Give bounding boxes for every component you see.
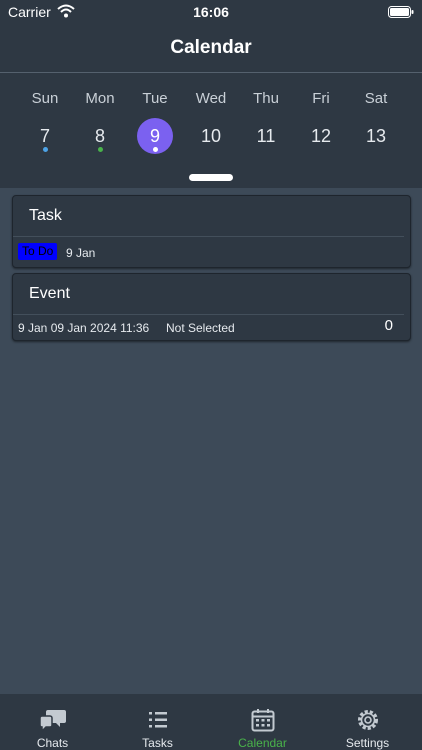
tab-chats[interactable]: Chats xyxy=(0,694,105,750)
day-name: Sun xyxy=(31,90,59,107)
divider xyxy=(13,236,404,237)
navigation-bar: Calendar xyxy=(0,26,422,73)
day-name: Fri xyxy=(312,90,330,107)
day-number: 10 xyxy=(200,126,222,146)
clock: 16:06 xyxy=(193,4,229,20)
tab-bar: Chats Tasks Calendar Settings xyxy=(0,694,422,750)
tab-label: Calendar xyxy=(238,736,287,750)
day-thu[interactable]: Thu 11 xyxy=(238,73,294,163)
day-wed[interactable]: Wed 10 xyxy=(183,73,239,163)
day-number: 13 xyxy=(365,126,387,146)
expand-handle[interactable] xyxy=(189,174,233,181)
task-title: Task xyxy=(29,207,62,224)
tab-tasks[interactable]: Tasks xyxy=(105,694,210,750)
day-tue[interactable]: Tue 9 xyxy=(127,73,183,163)
day-name: Thu xyxy=(253,90,279,107)
tab-label: Chats xyxy=(36,736,69,750)
day-name: Mon xyxy=(85,90,115,107)
tab-settings[interactable]: Settings xyxy=(315,694,420,750)
day-name: Wed xyxy=(195,90,227,107)
event-selection: Not Selected xyxy=(166,321,235,335)
calendar-icon xyxy=(251,709,275,732)
tab-label: Tasks xyxy=(142,736,173,750)
event-dot xyxy=(43,147,48,152)
event-title: Event xyxy=(29,285,70,302)
page-title: Calendar xyxy=(170,37,252,58)
status-bar: Carrier 16:06 xyxy=(0,0,422,26)
tab-calendar[interactable]: Calendar xyxy=(210,694,315,750)
day-name: Sat xyxy=(364,90,388,107)
day-fri[interactable]: Fri 12 xyxy=(293,73,349,163)
day-name: Tue xyxy=(142,90,168,107)
divider xyxy=(13,314,404,315)
day-number: 12 xyxy=(310,126,332,146)
day-mon[interactable]: Mon 8 xyxy=(72,73,128,163)
week-strip: Sun 7 Mon 8 Tue 9 Wed 10 Thu 11 Fri 12 S… xyxy=(0,73,422,188)
tab-label: Settings xyxy=(345,736,390,750)
settings-icon xyxy=(358,710,378,730)
tasks-icon xyxy=(149,712,167,728)
task-card[interactable]: Task To Do 9 Jan xyxy=(12,195,411,268)
day-number: 11 xyxy=(256,126,276,146)
task-date: 9 Jan xyxy=(66,246,96,260)
chats-icon xyxy=(40,710,66,732)
event-dot xyxy=(98,147,103,152)
status-badge: To Do xyxy=(18,243,58,260)
event-count: 0 xyxy=(384,317,393,334)
battery-icon xyxy=(388,6,414,18)
event-date-info: 9 Jan 09 Jan 2024 11:36 xyxy=(18,321,150,335)
day-sun[interactable]: Sun 7 xyxy=(17,73,73,163)
day-sat[interactable]: Sat 13 xyxy=(348,73,404,163)
event-dot xyxy=(153,147,158,152)
event-card[interactable]: Event 9 Jan 09 Jan 2024 11:36 Not Select… xyxy=(12,273,411,341)
